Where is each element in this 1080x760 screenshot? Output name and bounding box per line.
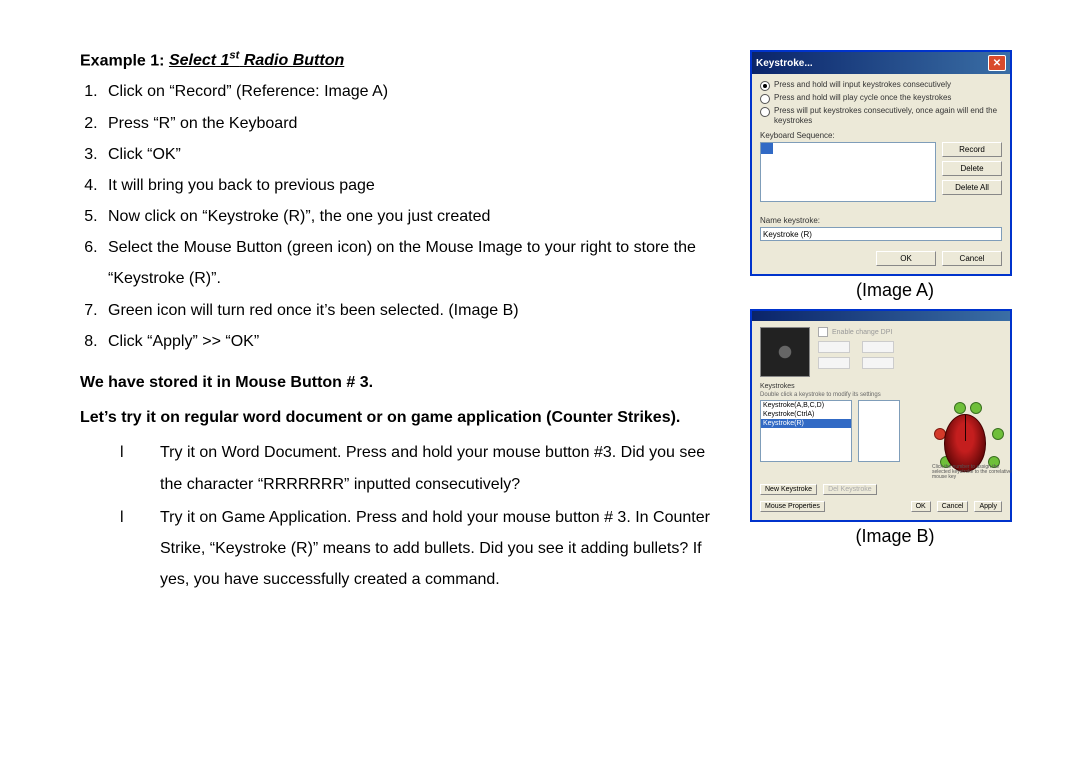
del-keystroke-button[interactable]: Del Keystroke <box>823 484 877 495</box>
heading-title-b: Radio Button <box>239 52 344 69</box>
screenshots-column: Keystroke... ✕ Press and hold will input… <box>740 50 1040 597</box>
keystroke-listbox[interactable]: Keystroke(A,B,C,D) Keystroke(CtrlA) Keys… <box>760 400 852 462</box>
sequence-listbox[interactable] <box>760 142 936 202</box>
delete-button[interactable]: Delete <box>942 161 1002 176</box>
dpi-field[interactable] <box>862 341 894 353</box>
step-item: Click “Apply” >> “OK” <box>102 326 720 357</box>
dpi-panel: Enable change DPI <box>818 327 1002 377</box>
mouse-button-dot[interactable] <box>954 402 966 414</box>
record-button[interactable]: Record <box>942 142 1002 157</box>
stored-note: We have stored it in Mouse Button # 3. <box>80 367 720 398</box>
checkbox-icon[interactable] <box>818 327 828 337</box>
step-item: Select the Mouse Button (green icon) on … <box>102 232 720 294</box>
sequence-label: Keyboard Sequence: <box>760 131 1002 140</box>
try-item: l Try it on Game Application. Press and … <box>120 502 720 596</box>
image-a-caption: (Image A) <box>750 280 1040 301</box>
radio-icon <box>760 81 770 91</box>
radio-option-3[interactable]: Press will put keystrokes consecutively,… <box>760 106 1002 125</box>
step-item: Now click on “Keystroke (R)”, the one yo… <box>102 201 720 232</box>
radio-icon <box>760 107 770 117</box>
try-item: l Try it on Word Document. Press and hol… <box>120 437 720 499</box>
dialog-titlebar <box>752 311 1010 321</box>
mouse-config-dialog: Enable change DPI Keystrokes Double clic… <box>750 309 1012 522</box>
dpi-field[interactable] <box>818 357 850 369</box>
ok-button[interactable]: OK <box>876 251 936 266</box>
radio-label: Press will put keystrokes consecutively,… <box>774 106 1002 125</box>
try-text: Try it on Game Application. Press and ho… <box>160 502 720 596</box>
heading-prefix: Example 1: <box>80 52 169 69</box>
list-item[interactable]: Keystroke(A,B,C,D) <box>761 401 851 410</box>
try-list: l Try it on Word Document. Press and hol… <box>120 437 720 595</box>
steps-list: Click on “Record” (Reference: Image A) P… <box>80 76 720 357</box>
heading-title-a: Select 1 <box>169 52 229 69</box>
list-item[interactable]: Keystroke(CtrlA) <box>761 410 851 419</box>
mouse-button-dot[interactable] <box>992 428 1004 440</box>
bullet-icon: l <box>120 502 160 596</box>
step-item: Click “OK” <box>102 139 720 170</box>
keystrokes-section-label: Keystrokes <box>760 383 1002 390</box>
mouse-button-dot[interactable] <box>970 402 982 414</box>
bullet-icon: l <box>120 437 160 499</box>
radio-label: Press and hold will play cycle once the … <box>774 93 951 103</box>
radio-option-1[interactable]: Press and hold will input keystrokes con… <box>760 80 1002 91</box>
new-keystroke-button[interactable]: New Keystroke <box>760 484 817 495</box>
step-item: It will bring you back to previous page <box>102 170 720 201</box>
radio-option-2[interactable]: Press and hold will play cycle once the … <box>760 93 1002 104</box>
dpi-field[interactable] <box>862 357 894 369</box>
mouse-diagram: Click the number to assign the selected … <box>906 400 1002 478</box>
delete-all-button[interactable]: Delete All <box>942 180 1002 195</box>
example-heading: Example 1: Select 1st Radio Button <box>80 50 720 70</box>
radio-label: Press and hold will input keystrokes con… <box>774 80 951 90</box>
ok-button[interactable]: OK <box>911 501 931 512</box>
dialog-title: Keystroke... <box>756 58 813 69</box>
enable-dpi-label: Enable change DPI <box>832 329 892 336</box>
list-item[interactable]: Keystroke(R) <box>761 419 851 428</box>
radio-icon <box>760 94 770 104</box>
keystroke-name-input[interactable] <box>760 227 1002 241</box>
description-box <box>858 400 900 462</box>
try-text: Try it on Word Document. Press and hold … <box>160 437 720 499</box>
keystrokes-hint: Double click a keystroke to modify its s… <box>760 392 1002 398</box>
step-item: Green icon will turn red once it’s been … <box>102 295 720 326</box>
step-item: Click on “Record” (Reference: Image A) <box>102 76 720 107</box>
close-icon[interactable]: ✕ <box>988 55 1006 71</box>
instruction-column: Example 1: Select 1st Radio Button Click… <box>80 50 740 597</box>
keystroke-dialog: Keystroke... ✕ Press and hold will input… <box>750 50 1012 276</box>
cancel-button[interactable]: Cancel <box>942 251 1002 266</box>
image-b-caption: (Image B) <box>750 526 1040 547</box>
name-label: Name keystroke: <box>760 216 1002 225</box>
fan-icon <box>760 327 810 377</box>
dialog-titlebar: Keystroke... ✕ <box>752 52 1010 74</box>
mouse-hint-text: Click the number to assign the selected … <box>932 465 1012 480</box>
cancel-button[interactable]: Cancel <box>937 501 969 512</box>
heading-sup: st <box>229 50 239 62</box>
apply-button[interactable]: Apply <box>974 501 1002 512</box>
step-item: Press “R” on the Keyboard <box>102 108 720 139</box>
mouse-properties-button[interactable]: Mouse Properties <box>760 501 825 512</box>
try-note: Let’s try it on regular word document or… <box>80 402 720 433</box>
dpi-field[interactable] <box>818 341 850 353</box>
